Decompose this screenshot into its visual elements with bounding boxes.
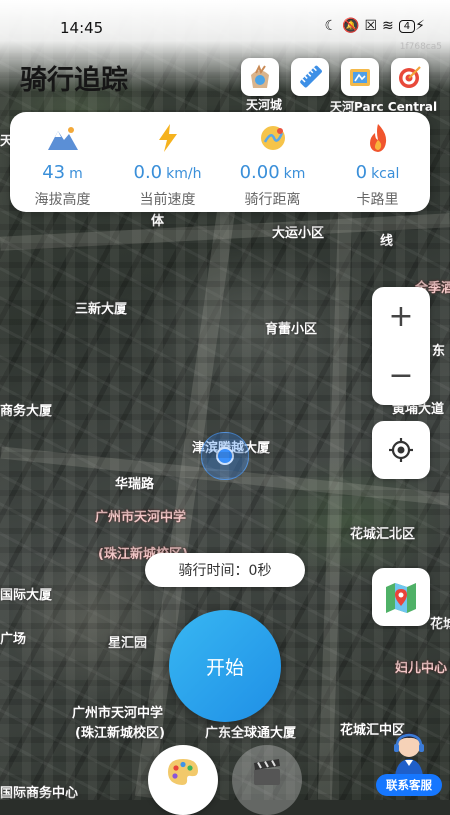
start-button[interactable]: 开始 — [169, 610, 281, 722]
current-location-marker — [201, 432, 249, 480]
moon-icon: ☾ — [324, 18, 343, 34]
crosshair-icon — [389, 438, 413, 462]
sim-icon: ☒ — [364, 18, 383, 34]
map-label: 花城汇北区 — [350, 527, 416, 542]
map-book-icon — [350, 69, 370, 86]
distance-unit: km — [283, 166, 306, 182]
stat-distance: 0.00 km 骑行距离 — [220, 112, 325, 212]
bag-button[interactable] — [241, 58, 279, 96]
map-type-button[interactable] — [372, 568, 430, 626]
map-label: 广东全球通大厦 — [205, 726, 297, 741]
customer-service-label: 联系客服 — [376, 774, 442, 796]
map-road — [0, 213, 450, 251]
map-book-button[interactable] — [341, 58, 379, 96]
bag-icon — [251, 64, 269, 88]
map-label: 星汇园 — [108, 636, 148, 651]
map-label: 东 — [432, 344, 446, 359]
target-icon — [399, 66, 421, 88]
altitude-value: 43 — [42, 162, 66, 183]
stat-calories: 0 kcal 卡路里 — [325, 112, 430, 212]
map-label: (珠江新城校区) — [75, 726, 165, 741]
altitude-unit: m — [69, 166, 83, 182]
map-label: 大运小区 — [272, 226, 325, 241]
stat-altitude: 43 m 海拔高度 — [10, 112, 115, 212]
map-label: 广州市天河中学 — [72, 706, 164, 721]
altitude-label: 海拔高度 — [34, 192, 91, 208]
stat-speed: 0.0 km/h 当前速度 — [115, 112, 220, 212]
mute-icon: 🔕 — [342, 18, 365, 34]
palette-icon — [168, 759, 198, 785]
map-label: 花城汇南区 — [430, 617, 450, 632]
target-button[interactable] — [391, 58, 429, 96]
ruler-button[interactable] — [291, 58, 329, 96]
map-label: 国际大厦 — [0, 588, 53, 603]
clapperboard-icon — [254, 759, 280, 785]
route-icon — [258, 122, 288, 154]
zoom-in-button[interactable]: + — [372, 287, 430, 346]
zoom-control: + − — [372, 287, 430, 405]
map-label: 三新大厦 — [75, 302, 128, 317]
folded-map-icon — [386, 583, 416, 613]
zoom-out-button[interactable]: − — [372, 346, 430, 405]
customer-service-button[interactable]: 联系客服 — [376, 728, 442, 796]
locate-button[interactable] — [372, 421, 430, 479]
flame-icon — [365, 122, 391, 154]
calories-label: 卡路里 — [356, 192, 399, 208]
status-time: 14:45 — [60, 19, 104, 37]
ride-time-display: 骑行时间：0秒 — [145, 553, 305, 587]
wifi-icon: ≋ — [382, 18, 399, 34]
map-label: 天河城 — [246, 98, 283, 112]
mountain-icon — [47, 122, 79, 154]
calories-value: 0 — [355, 162, 368, 183]
battery-icon: 4 — [398, 20, 416, 33]
stats-panel: 43 m 海拔高度 0.0 km/h 当前速度 0.00 km 骑行距离 0 kcal … — [10, 112, 430, 212]
ruler-icon — [300, 65, 322, 88]
status-icons: ☾🔕☒≋ 4 ⚡ — [324, 18, 430, 34]
map-label: 国际商务中心 — [0, 786, 79, 800]
map-label: 广场 — [0, 632, 27, 647]
video-button[interactable] — [232, 745, 302, 815]
map-label: 体 — [151, 214, 165, 229]
agent-avatar-icon — [394, 732, 424, 776]
theme-button[interactable] — [148, 745, 218, 815]
map-label: 华瑞路 — [115, 477, 155, 492]
distance-label: 骑行距离 — [244, 192, 301, 208]
map-label: 广州市天河中学 — [95, 510, 187, 525]
distance-value: 0.00 — [239, 162, 280, 183]
speed-label: 当前速度 — [139, 192, 196, 208]
map-label: 商务大厦 — [0, 404, 53, 419]
build-id: 1f768ca5 — [399, 42, 442, 52]
map-label: 津滨腾越大厦 — [192, 441, 271, 456]
speed-unit: km/h — [166, 166, 202, 182]
speed-value: 0.0 — [133, 162, 163, 183]
map-label: 育蕾小区 — [265, 322, 318, 337]
status-bar: 14:45 ☾🔕☒≋ 4 ⚡ — [0, 0, 450, 56]
charging-icon: ⚡ — [415, 18, 430, 34]
map-label: 妇儿中心 — [395, 661, 448, 676]
page-title: 骑行追踪 — [20, 65, 128, 96]
calories-unit: kcal — [371, 166, 400, 182]
map-label: 线 — [380, 234, 394, 249]
lightning-icon — [156, 122, 180, 154]
